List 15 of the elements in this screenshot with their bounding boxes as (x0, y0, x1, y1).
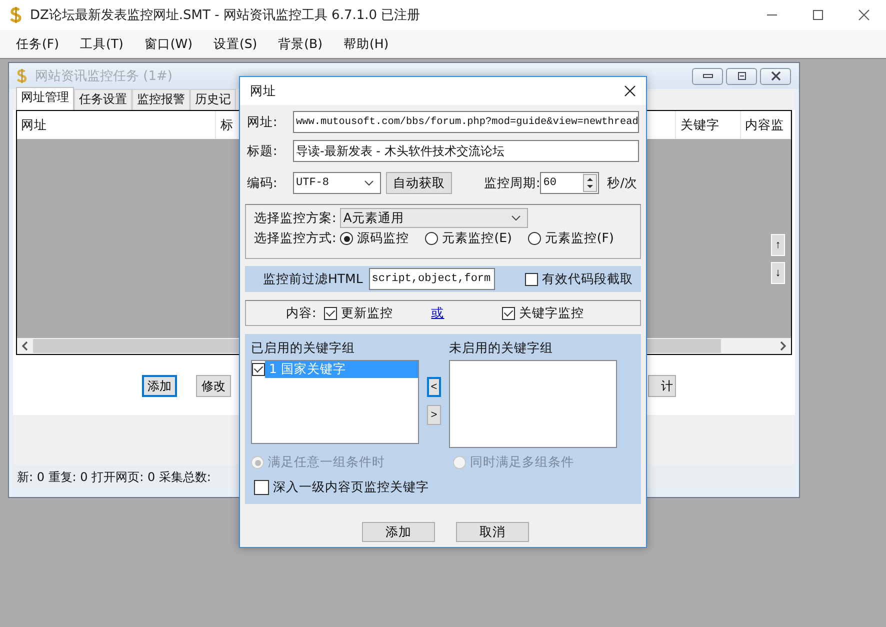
list-label: 未启用的关键字组 (449, 340, 554, 357)
list-label: 已启用的关键字组 (251, 340, 356, 357)
window-title: DZ论坛最新发表监控网址.SMT - 网站资讯监控工具 6.7.1.0 已注册 (30, 7, 420, 24)
field-label: 监控周期: (484, 174, 540, 192)
field-label: 标题: (247, 142, 278, 160)
field-label: 监控前过滤HTML (263, 270, 363, 288)
task-window-title: 网站资讯监控任务 (1#) (35, 68, 172, 85)
field-label: 网址: (247, 114, 278, 130)
status-text: 新: 0 重复: 0 打开网页: 0 采集总数: (17, 468, 211, 486)
field-label: 编码: (247, 174, 278, 192)
field-label: 选择监控方式: (254, 230, 336, 247)
field-label: 内容: (286, 304, 316, 322)
field-label: 选择监控方案: (254, 210, 336, 226)
dialog-title: 网址 (250, 82, 276, 100)
unit-label: 秒/次 (607, 174, 638, 192)
